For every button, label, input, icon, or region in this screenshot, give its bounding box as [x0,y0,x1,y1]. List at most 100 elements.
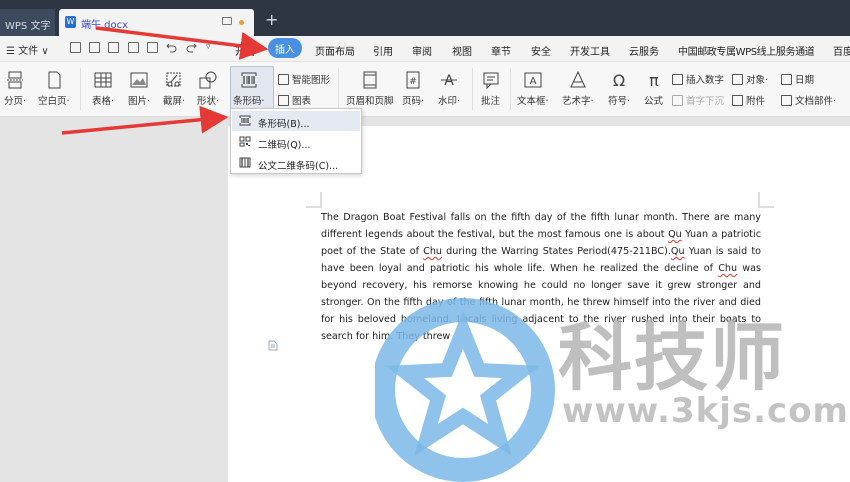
date-label: 日期 [795,75,815,86]
customize-dropdown-icon[interactable]: ▿ [206,42,217,53]
barcode-button[interactable]: 条形码· [233,71,265,107]
barcode-dropdown-menu: 条形码(B)... 二维码(Q)... 公文二维条码(C)... [230,108,362,174]
tab-baidu[interactable]: 百度 [833,43,850,58]
spellcheck-word: Qu [670,246,685,257]
screenshot-button[interactable]: 截屏· [163,71,185,107]
smart-graphic-button[interactable]: 智能图形 [278,72,330,86]
file-menu-button[interactable]: ☰ 文件 ∨ [6,42,49,57]
smart-graphic-icon [278,74,289,85]
tab-security[interactable]: 安全 [531,43,551,58]
comment-label: 批注 [481,96,501,107]
tab-chapter[interactable]: 章节 [491,43,511,58]
menu-item-barcode-label: 条形码(B)... [258,119,310,130]
date-button[interactable]: 日期 [781,72,814,86]
textbox-button[interactable]: A 文本框· [517,71,549,107]
menu-item-qrcode[interactable]: 二维码(Q)... [232,132,360,152]
ribbon-divider [472,68,473,110]
chart-icon [278,95,289,106]
document-tab-label: 端午.docx [81,20,129,31]
symbol-label: 符号· [608,96,631,107]
watermark-icon: A [441,73,458,89]
screenshot-label: 截屏· [163,96,186,107]
screen-icon[interactable] [222,17,232,25]
svg-text:π: π [649,71,659,89]
word-doc-icon: W [65,16,76,28]
open-icon[interactable] [70,42,81,53]
chart-button[interactable]: 图表 [278,93,311,107]
chart-label: 图表 [292,96,312,107]
calendar-icon [781,74,792,85]
table-button[interactable]: 表格· [92,71,114,107]
redo-icon[interactable] [186,42,197,53]
app-tab-label: WPS 文字 [5,21,51,32]
new-tab-button[interactable]: + [265,12,278,28]
document-tab[interactable]: W 端午.docx [59,9,254,36]
watermark-url-text: www.3kjs.com [562,391,849,431]
symbol-button[interactable]: Ω 符号· [608,71,630,107]
save-icon[interactable] [89,42,100,53]
blank-page-button[interactable]: 空白页· [38,71,70,107]
doc-parts-label: 文档部件· [795,96,837,107]
watermark-button[interactable]: A 水印· [438,71,460,107]
svg-text:A: A [444,73,454,89]
page-break-label: 分页· [4,96,27,107]
page-number-button[interactable]: # 页码· [402,71,424,107]
tab-review[interactable]: 审阅 [412,43,432,58]
tab-page-layout[interactable]: 页面布局 [315,43,355,58]
margin-corner-marker [306,192,322,208]
page-number-label: 页码· [402,96,425,107]
shape-button[interactable]: 形状· [197,71,219,107]
table-label: 表格· [92,96,115,107]
svg-text:A: A [529,76,536,87]
print-icon[interactable] [128,42,139,53]
shape-label: 形状· [197,96,220,107]
tab-view[interactable]: 视图 [452,43,472,58]
tab-insert[interactable]: 插入 [268,38,302,58]
wordart-icon [569,71,586,88]
tab-china-post-service[interactable]: 中国邮政专属WPS线上服务通道 [678,43,815,58]
ribbon-divider [510,68,511,110]
tab-developer[interactable]: 开发工具 [570,43,610,58]
watermark-brand-text: 科技师 [558,315,786,401]
attachment-button[interactable]: 附件 [732,93,765,107]
paragraph-layout-icon[interactable] [268,340,278,351]
insert-number-button[interactable]: 插入数字 [672,72,724,86]
undo-icon[interactable] [166,42,177,53]
menu-item-official-2d-barcode[interactable]: 公文二维条码(C)... [232,153,360,173]
page-number-icon: # [406,71,420,89]
menu-item-official-2d-barcode-label: 公文二维条码(C)... [258,161,339,172]
textbox-icon: A [524,72,542,88]
ribbon-divider [80,68,81,110]
app-tab-wps-writer[interactable]: WPS 文字 [0,9,55,36]
ribbon-divider [338,68,339,110]
barcode-icon [239,115,251,126]
picture-button[interactable]: 图片· [128,71,150,107]
scissors-icon [166,72,181,87]
blank-page-icon [48,71,61,89]
export-icon[interactable] [108,42,119,53]
preview-icon[interactable] [147,42,158,53]
barcode-label: 条形码· [233,96,265,107]
doc-parts-button[interactable]: 文档部件· [781,93,836,107]
table-icon [94,72,112,88]
comment-button[interactable]: 批注 [481,71,500,107]
header-footer-icon [363,71,377,89]
doc-parts-icon [781,95,792,106]
object-button[interactable]: 对象· [732,72,768,86]
header-footer-button[interactable]: 页眉和页脚 [346,71,394,107]
insert-ribbon: 分页· 空白页· 表格· 图片· 截屏· 形状· 条形码· 智能图形 图表 页眉… [0,62,850,117]
formula-button[interactable]: π 公式 [644,71,663,107]
shape-icon [199,71,217,89]
insert-number-label: 插入数字 [686,75,725,86]
barcode-icon [241,72,257,88]
paperclip-icon [732,95,743,106]
menu-item-barcode[interactable]: 条形码(B)... [232,111,360,131]
menu-bar: ☰ 文件 ∨ ▿ 开始 插入 页面布局 引用 审阅 视图 章节 安全 开发工具 … [0,36,850,62]
tab-home[interactable]: 开始 [235,43,255,58]
tab-references[interactable]: 引用 [373,43,393,58]
pi-icon: π [649,71,659,89]
page-break-icon [7,71,24,89]
tab-cloud-service[interactable]: 云服务 [629,43,659,58]
page-break-button[interactable]: 分页· [4,71,26,107]
wordart-button[interactable]: 艺术字· [562,71,594,107]
